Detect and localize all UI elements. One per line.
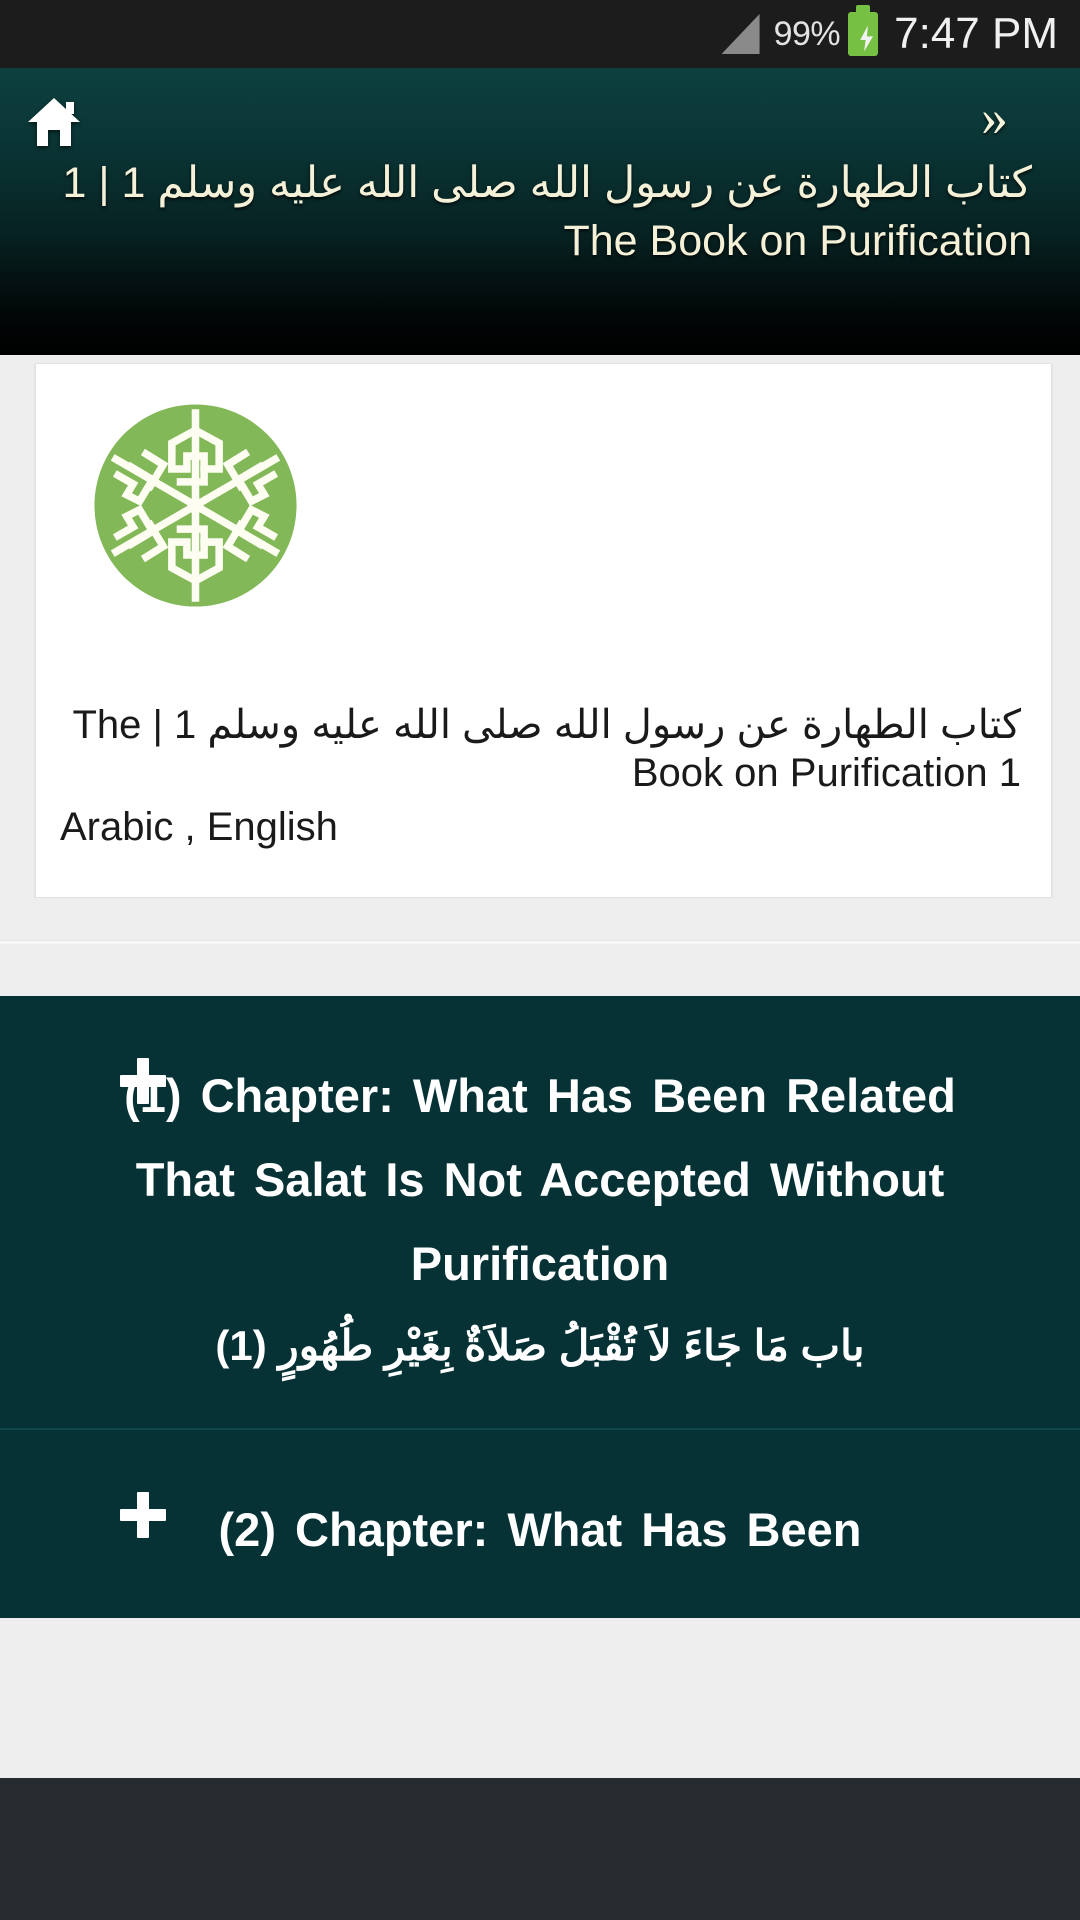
book-card-title-separator: |: [152, 703, 163, 747]
status-bar: 99% 7:47 PM: [0, 0, 1080, 68]
battery-charging-icon: [848, 5, 879, 56]
section-gap: [0, 944, 1080, 996]
chapter-list: (1) Chapter: What Has Been Related That …: [0, 996, 1080, 1618]
book-card-text: كتاب الطهارة عن رسول الله صلى الله عليه …: [36, 701, 1051, 853]
card-bottom-gap: [0, 898, 1080, 940]
book-card[interactable]: كتاب الطهارة عن رسول الله صلى الله عليه …: [35, 363, 1052, 898]
app-root: 99% 7:47 PM » كتاب الطهارة عن رسول الله …: [0, 0, 1080, 1920]
app-bar-top-row: »: [26, 68, 1054, 148]
chapter-title-arabic: باب مَا جَاءَ لاَ تُقْبَلُ صَلاَةٌ بِغَي…: [215, 1322, 865, 1369]
app-bar-title-separator: |: [98, 159, 110, 207]
book-card-languages: Arabic , English: [60, 805, 338, 849]
book-card-title: كتاب الطهارة عن رسول الله صلى الله عليه …: [60, 701, 1021, 797]
app-bar-title: كتاب الطهارة عن رسول الله صلى الله عليه …: [26, 154, 1054, 270]
plus-icon[interactable]: [120, 1058, 166, 1104]
system-navigation-bar[interactable]: [0, 1778, 1080, 1920]
charging-bolt-icon: [860, 25, 874, 52]
home-icon[interactable]: [26, 96, 82, 148]
book-card-title-arabic: كتاب الطهارة عن رسول الله صلى الله عليه …: [174, 703, 1021, 747]
battery-percent-label: 99%: [773, 14, 841, 53]
clock-label: 7:47 PM: [894, 9, 1058, 58]
islamic-geometric-logo-icon: [88, 398, 303, 613]
app-bar-title-arabic: كتاب الطهارة عن رسول الله صلى الله عليه …: [121, 159, 1032, 207]
chapter-title-english: (2) Chapter: What Has Been: [218, 1503, 862, 1556]
double-chevron-right-icon[interactable]: »: [981, 90, 1054, 144]
app-bar: » كتاب الطهارة عن رسول الله صلى الله علي…: [0, 68, 1080, 355]
chapter-title-english: (1) Chapter: What Has Been Related That …: [124, 1069, 956, 1290]
signal-triangle-icon: [721, 14, 760, 54]
plus-icon[interactable]: [120, 1492, 166, 1538]
scroll-body[interactable]: كتاب الطهارة عن رسول الله صلى الله عليه …: [0, 355, 1080, 1778]
chapter-list-item[interactable]: (1) Chapter: What Has Been Related That …: [0, 996, 1080, 1428]
chapter-list-item[interactable]: (2) Chapter: What Has Been: [0, 1428, 1080, 1618]
